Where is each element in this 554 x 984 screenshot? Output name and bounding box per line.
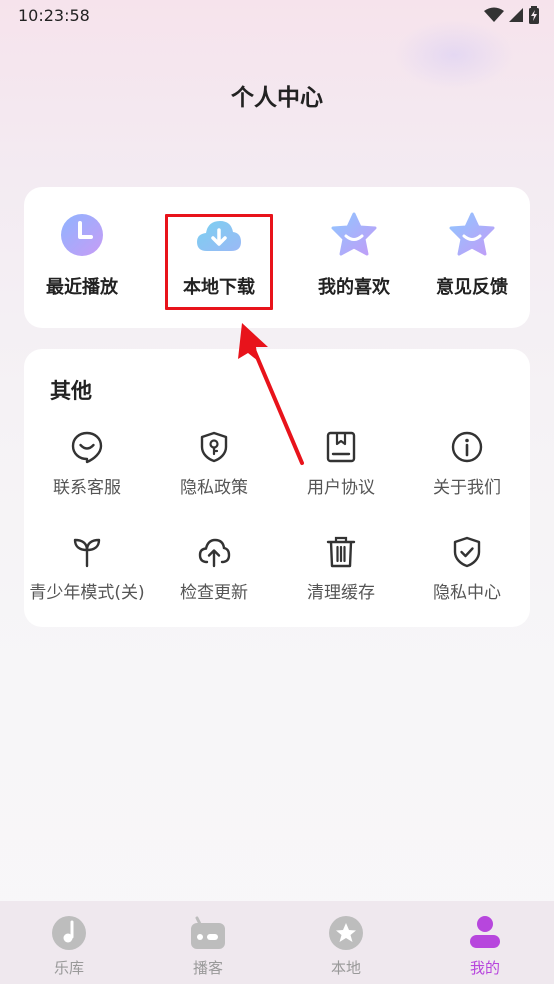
wifi-icon xyxy=(484,7,504,22)
others-item-label: 隐私政策 xyxy=(180,478,248,498)
page-title: 个人中心 xyxy=(231,85,323,111)
tab-music-library[interactable]: 乐库 xyxy=(0,901,138,984)
tab-label: 我的 xyxy=(469,959,500,977)
star-icon xyxy=(331,212,377,256)
signal-icon xyxy=(509,8,523,22)
trash-icon xyxy=(326,536,356,568)
bottom-nav: 乐库 播客 本地 我的 xyxy=(0,901,554,984)
battery-icon xyxy=(529,6,539,24)
info-icon xyxy=(451,431,483,463)
my-favorites-button[interactable]: 我的喜欢 xyxy=(294,211,414,299)
clock-icon xyxy=(61,214,103,256)
tab-label: 乐库 xyxy=(53,959,84,977)
book-icon xyxy=(326,431,356,463)
star-circle-icon xyxy=(329,916,363,950)
shield-check-icon xyxy=(453,536,481,568)
others-item-label: 关于我们 xyxy=(433,478,501,498)
highlight-box xyxy=(165,214,273,310)
others-title: 其他 xyxy=(50,379,92,403)
others-item-label: 隐私中心 xyxy=(433,583,501,603)
feedback-button[interactable]: 意见反馈 xyxy=(412,211,532,299)
privacy-center-button[interactable]: 隐私中心 xyxy=(404,535,530,603)
quick-action-label: 我的喜欢 xyxy=(318,277,390,298)
tab-label: 本地 xyxy=(330,959,361,977)
quick-action-label: 最近播放 xyxy=(46,277,118,298)
teen-mode-button[interactable]: 青少年模式(关) xyxy=(24,535,150,603)
others-item-label: 检查更新 xyxy=(180,583,248,603)
status-icons xyxy=(484,6,540,24)
recent-play-button[interactable]: 最近播放 xyxy=(22,211,142,299)
music-disc-icon xyxy=(52,916,86,950)
status-time: 10:23:58 xyxy=(18,6,90,25)
tab-mine[interactable]: 我的 xyxy=(416,901,554,984)
others-item-label: 用户协议 xyxy=(307,478,375,498)
check-update-button[interactable]: 检查更新 xyxy=(151,535,277,603)
quick-action-label: 意见反馈 xyxy=(436,277,508,298)
contact-service-button[interactable]: 联系客服 xyxy=(24,430,150,498)
tab-local[interactable]: 本地 xyxy=(277,901,415,984)
sprout-icon xyxy=(73,538,101,568)
cloud-upload-icon xyxy=(198,538,231,568)
others-item-label: 清理缓存 xyxy=(307,583,375,603)
star-icon xyxy=(449,212,495,256)
others-item-label: 联系客服 xyxy=(53,478,121,498)
tab-label: 播客 xyxy=(192,959,223,977)
radio-icon xyxy=(191,916,225,949)
clear-cache-button[interactable]: 清理缓存 xyxy=(278,535,404,603)
customer-service-icon xyxy=(71,431,103,464)
tab-podcast[interactable]: 播客 xyxy=(139,901,277,984)
about-us-button[interactable]: 关于我们 xyxy=(404,430,530,498)
quick-actions-card: 最近播放 本地下载 我的喜欢 意见反馈 xyxy=(24,187,530,328)
user-icon xyxy=(470,916,500,948)
shield-key-icon xyxy=(200,431,228,463)
red-arrow-annotation xyxy=(238,323,304,465)
status-bar: 10:23:58 xyxy=(0,0,554,32)
others-item-label: 青少年模式(关) xyxy=(29,583,145,603)
